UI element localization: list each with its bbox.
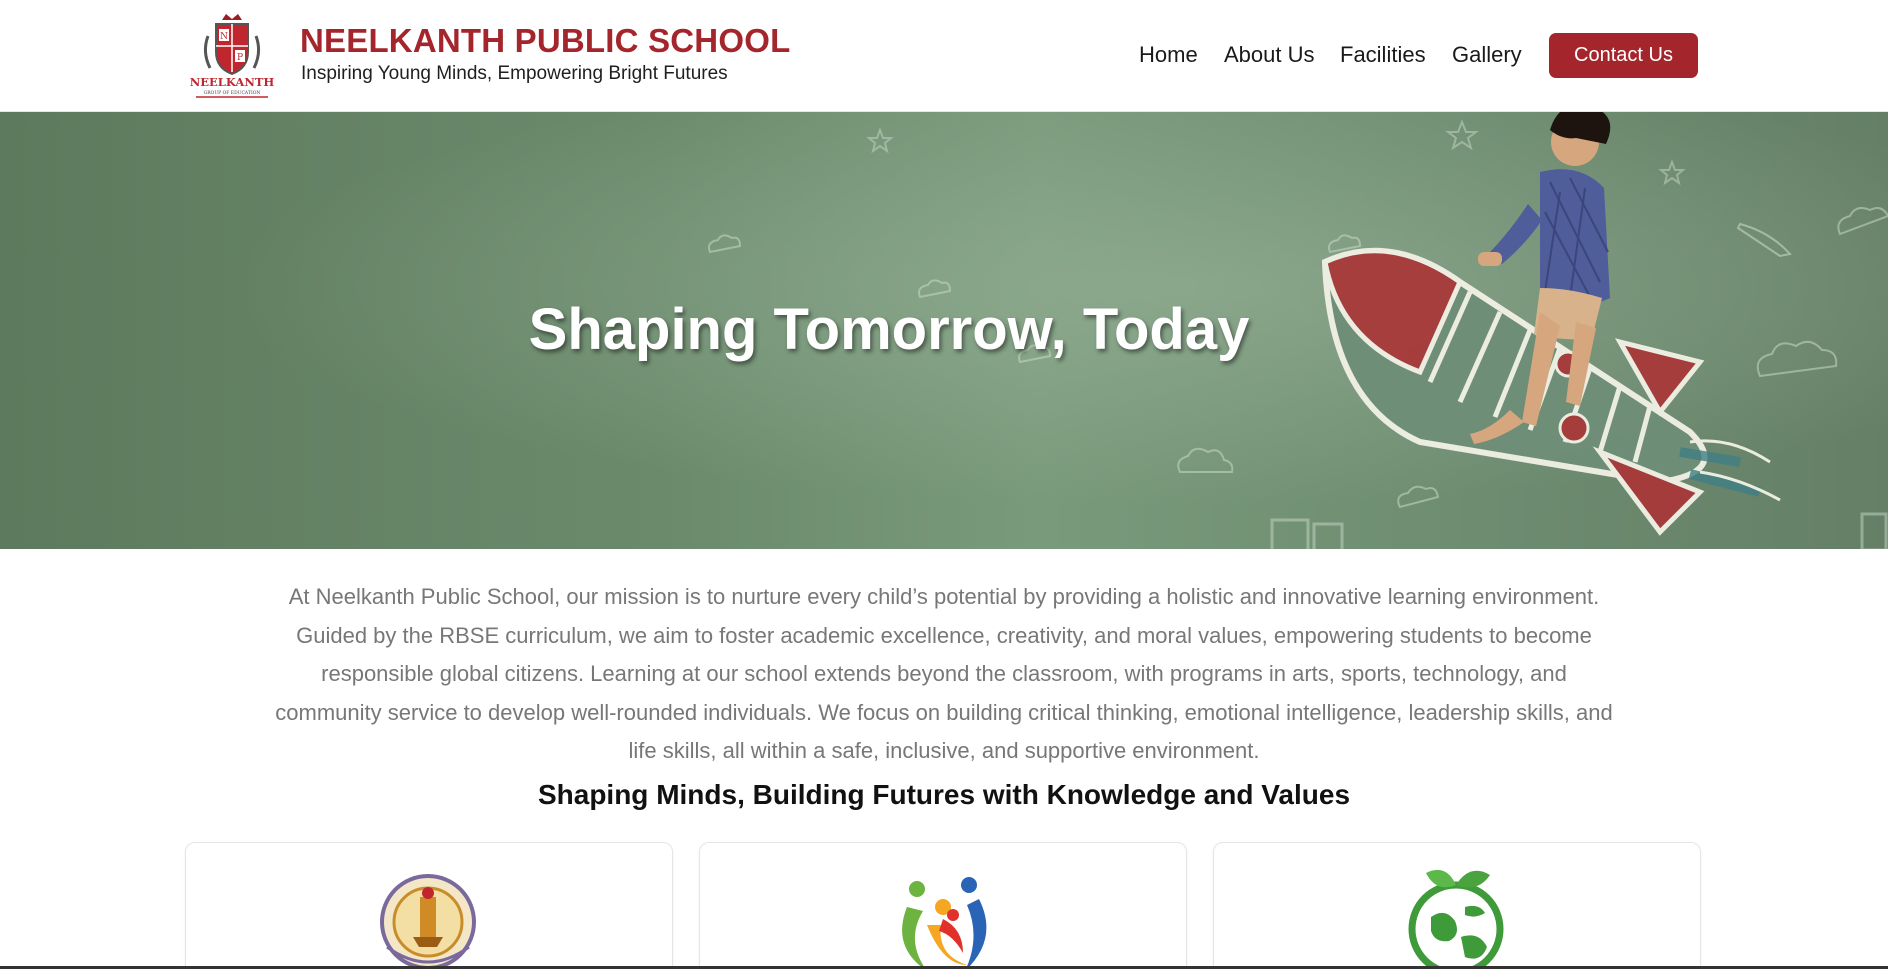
hero-banner: Shaping Tomorrow, Today [0, 112, 1888, 549]
rbse-board-seal-icon [380, 874, 476, 969]
mission-statement: At Neelkanth Public School, our mission … [275, 584, 1613, 763]
green-globe-leaf-icon [1408, 869, 1504, 969]
school-crest-icon[interactable]: N P NEELKANTH GROUP OF EDUCATION [188, 12, 276, 100]
colorful-people-icon [902, 877, 987, 969]
feature-card-rbse[interactable] [185, 842, 673, 969]
crest-letter-p: P [237, 53, 243, 63]
nav-gallery[interactable]: Gallery [1452, 42, 1522, 68]
feature-card-environment[interactable] [1213, 842, 1701, 969]
logo-subtext: GROUP OF EDUCATION [204, 90, 261, 96]
values-section-title: Shaping Minds, Building Futures with Kno… [537, 779, 1351, 810]
feature-card-people[interactable] [699, 842, 1187, 969]
nav-facilities[interactable]: Facilities [1340, 42, 1426, 68]
nav-about-us[interactable]: About Us [1224, 42, 1315, 68]
hero-title: Shaping Tomorrow, Today [528, 297, 1250, 362]
site-header: N P NEELKANTH GROUP OF EDUCATION NEELKAN… [0, 0, 1888, 112]
school-name[interactable]: NEELKANTH PUBLIC SCHOOL [300, 22, 790, 60]
crest-letter-n: N [220, 32, 228, 42]
nav-home[interactable]: Home [1139, 42, 1198, 68]
contact-us-button[interactable]: Contact Us [1549, 33, 1698, 78]
logo-wordmark: NEELKANTH [190, 75, 275, 89]
school-tagline: Inspiring Young Minds, Empowering Bright… [301, 63, 728, 84]
